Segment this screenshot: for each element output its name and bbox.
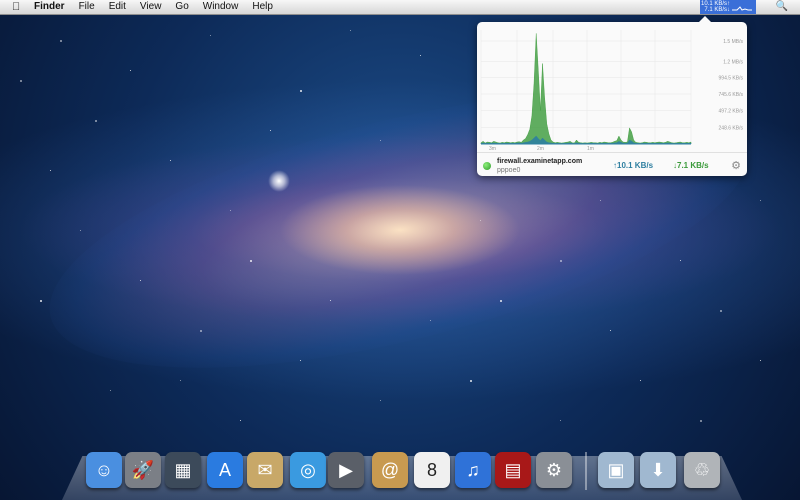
mission-control-icon[interactable]: ▦	[165, 452, 201, 488]
y-axis-label: 497.2 KB/s	[719, 109, 744, 115]
download-rate: ↓7.1 KB/s	[673, 161, 709, 170]
host-name: firewall.examinetapp.com	[497, 158, 583, 165]
star	[380, 400, 381, 401]
menu-file[interactable]: File	[79, 0, 95, 14]
star	[95, 120, 97, 122]
status-download-rate: 7.1 KB/s↓	[704, 7, 730, 13]
finder-icon[interactable]: ☺	[86, 452, 122, 488]
menu-app-name[interactable]: Finder	[34, 0, 65, 14]
itunes-icon[interactable]: ♫	[455, 452, 491, 488]
star	[720, 310, 722, 312]
star	[210, 35, 211, 36]
bandwidth-chart: 1.5 MB/s 1.2 MB/s 994.5 KB/s 745.6 KB/s 497.…	[480, 30, 744, 152]
interface-name: pppoe0	[497, 167, 521, 174]
star	[230, 210, 231, 211]
star	[300, 90, 302, 92]
star	[500, 300, 502, 302]
y-axis-label: 248.6 KB/s	[719, 125, 744, 131]
star	[680, 260, 681, 261]
star	[110, 390, 111, 391]
star	[700, 420, 702, 422]
star	[240, 420, 241, 421]
star	[420, 55, 421, 56]
app-store-icon[interactable]: A	[207, 452, 243, 488]
star	[380, 140, 381, 141]
y-axis-label: 1.5 MB/s	[723, 39, 743, 45]
star	[330, 300, 331, 301]
photo-booth-icon[interactable]: ▤	[495, 452, 531, 488]
launchpad-icon[interactable]: 🚀	[125, 452, 161, 488]
star	[470, 380, 472, 382]
network-status-menu[interactable]: 10.1 KB/s↑ 7.1 KB/s↓	[700, 0, 756, 14]
star	[640, 380, 641, 381]
connection-status-icon	[483, 162, 491, 170]
star	[170, 160, 171, 161]
star	[270, 130, 271, 131]
star	[20, 80, 22, 82]
star	[300, 360, 301, 361]
star	[350, 30, 351, 31]
star	[610, 330, 611, 331]
star	[40, 300, 42, 302]
settings-gear-icon[interactable]: ⚙	[731, 159, 741, 172]
menu-bar:  Finder File Edit View Go Window Help 1…	[0, 0, 800, 15]
status-mini-graph-icon	[732, 6, 752, 11]
menu-view[interactable]: View	[140, 0, 162, 14]
spotlight-search-icon[interactable]: 🔍	[776, 1, 788, 12]
downloads-folder-icon[interactable]: ⬇	[640, 452, 676, 488]
star	[80, 230, 81, 231]
facetime-icon[interactable]: ▶	[328, 452, 364, 488]
star	[760, 360, 761, 361]
menu-edit[interactable]: Edit	[109, 0, 126, 14]
star	[430, 320, 431, 321]
star	[600, 200, 601, 201]
popover-footer: firewall.examinetapp.com pppoe0 ↑10.1 KB…	[477, 152, 747, 177]
menu-window[interactable]: Window	[203, 0, 239, 14]
address-book-icon[interactable]: @	[372, 452, 408, 488]
star	[200, 330, 202, 332]
menu-go[interactable]: Go	[175, 0, 188, 14]
y-axis-label: 1.2 MB/s	[723, 60, 743, 66]
network-monitor-popover: 1.5 MB/s 1.2 MB/s 994.5 KB/s 745.6 KB/s 497.…	[477, 16, 747, 177]
star	[180, 380, 181, 381]
dock-separator	[585, 452, 587, 490]
system-preferences-icon[interactable]: ⚙	[536, 452, 572, 488]
applications-folder-icon[interactable]: ▣	[598, 452, 634, 488]
trash-icon[interactable]: ♲	[684, 452, 720, 488]
safari-icon[interactable]: ◎	[290, 452, 326, 488]
mail-stamp-icon[interactable]: ✉	[247, 452, 283, 488]
menu-help[interactable]: Help	[252, 0, 273, 14]
star	[130, 70, 131, 71]
upload-rate: ↑10.1 KB/s	[613, 161, 654, 170]
star	[560, 260, 562, 262]
apple-menu-icon[interactable]: 	[12, 1, 24, 13]
star	[760, 200, 761, 201]
ical-icon[interactable]: 8	[414, 452, 450, 488]
star	[480, 220, 481, 221]
star	[140, 280, 141, 281]
y-axis-label: 745.6 KB/s	[719, 92, 744, 98]
star	[50, 170, 51, 171]
star	[250, 260, 252, 262]
star	[560, 420, 561, 421]
y-axis-label: 994.5 KB/s	[719, 75, 744, 81]
star	[60, 40, 62, 42]
wallpaper-bright-star	[268, 170, 290, 192]
